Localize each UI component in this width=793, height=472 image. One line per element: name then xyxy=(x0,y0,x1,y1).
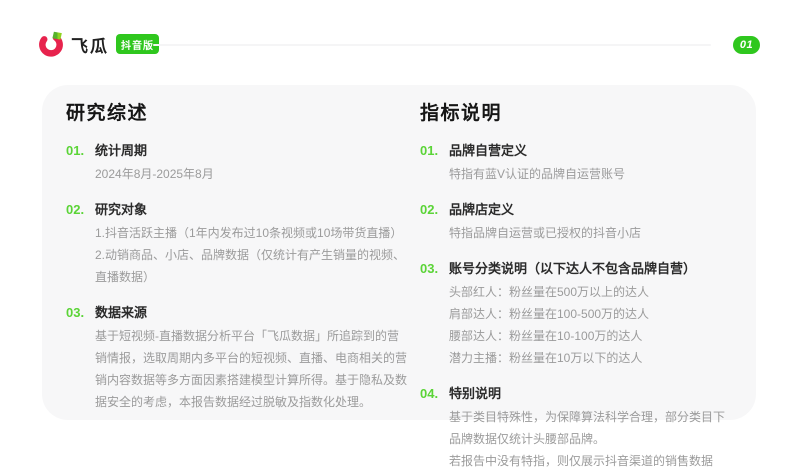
column-metric-explanation: 指标说明 01. 品牌自营定义 特指有蓝V认证的品牌自运营账号 02. 品牌店定… xyxy=(420,94,734,420)
section-body-line: 潜力主播：粉丝量在10万以下的达人 xyxy=(449,347,734,369)
section-label: 账号分类说明（以下达人不包含品牌自营） xyxy=(449,259,734,279)
section-body-line: 基于短视频-直播数据分析平台「飞瓜数据」所追踪到的营销情报，选取周期内多平台的短… xyxy=(95,325,408,413)
column-title: 指标说明 xyxy=(420,98,734,125)
section-special-notes: 04. 特别说明 基于类目特殊性，为保障算法科学合理，部分类目下品牌数据仅统计头… xyxy=(420,384,734,472)
page-header: 飞瓜 抖音版 01 xyxy=(0,0,793,85)
section-number: 02. xyxy=(420,200,449,244)
section-body-line: 2024年8月-2025年8月 xyxy=(95,163,408,185)
section-data-source: 03. 数据来源 基于短视频-直播数据分析平台「飞瓜数据」所追踪到的营销情报，选… xyxy=(66,303,408,413)
section-label: 研究对象 xyxy=(95,200,408,220)
section-brand-store-definition: 02. 品牌店定义 特指品牌自运营或已授权的抖音小店 xyxy=(420,200,734,244)
brand-name: 飞瓜 xyxy=(71,32,109,57)
section-number: 02. xyxy=(66,200,95,288)
section-body-line: 2.动销商品、小店、品牌数据（仅统计有产生销量的视频、直播数据） xyxy=(95,244,408,288)
section-body-line: 基于类目特殊性，为保障算法科学合理，部分类目下品牌数据仅统计头腰部品牌。 xyxy=(449,406,734,450)
section-research-object: 02. 研究对象 1.抖音活跃主播（1年内发布过10条视频或10场带货直播） 2… xyxy=(66,200,408,288)
section-number: 01. xyxy=(66,141,95,185)
section-statistical-period: 01. 统计周期 2024年8月-2025年8月 xyxy=(66,141,408,185)
section-brand-selfrun-definition: 01. 品牌自营定义 特指有蓝V认证的品牌自运营账号 xyxy=(420,141,734,185)
section-body-line: 特指品牌自运营或已授权的抖音小店 xyxy=(449,222,734,244)
section-label: 特别说明 xyxy=(449,384,734,404)
section-label: 数据来源 xyxy=(95,303,408,323)
section-number: 01. xyxy=(420,141,449,185)
section-number: 03. xyxy=(66,303,95,413)
section-label: 品牌店定义 xyxy=(449,200,734,220)
section-body-line: 头部红人：粉丝量在500万以上的达人 xyxy=(449,281,734,303)
section-body-line: 若报告中没有特指，则仅展示抖音渠道的销售数据 xyxy=(449,450,734,472)
section-label: 统计周期 xyxy=(95,141,408,161)
section-number: 03. xyxy=(420,259,449,369)
section-body-line: 肩部达人：粉丝量在100-500万的达人 xyxy=(449,303,734,325)
section-number: 04. xyxy=(420,384,449,472)
page-number-badge: 01 xyxy=(733,36,760,54)
header-divider xyxy=(153,44,711,46)
section-body-line: 1.抖音活跃主播（1年内发布过10条视频或10场带货直播） xyxy=(95,222,408,244)
feigua-watermelon-icon xyxy=(38,31,64,57)
section-account-classification: 03. 账号分类说明（以下达人不包含品牌自营） 头部红人：粉丝量在500万以上的… xyxy=(420,259,734,369)
feigua-logo: 飞瓜 抖音版 xyxy=(38,31,159,57)
section-body-line: 特指有蓝V认证的品牌自运营账号 xyxy=(449,163,734,185)
column-title: 研究综述 xyxy=(66,98,408,125)
content-card: 研究综述 01. 统计周期 2024年8月-2025年8月 02. 研究对象 1… xyxy=(42,85,756,420)
section-label: 品牌自营定义 xyxy=(449,141,734,161)
column-research-overview: 研究综述 01. 统计周期 2024年8月-2025年8月 02. 研究对象 1… xyxy=(66,94,408,420)
section-body-line: 腰部达人：粉丝量在10-100万的达人 xyxy=(449,325,734,347)
